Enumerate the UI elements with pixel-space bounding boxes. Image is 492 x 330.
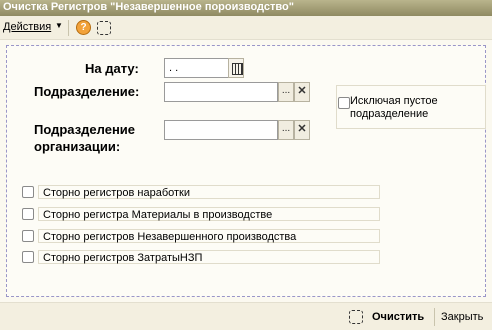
window-title: Очистка Регистров "Незавершенное пороизв… <box>0 0 492 16</box>
toolbar-divider <box>68 20 69 36</box>
clear-button[interactable]: Очистить <box>372 311 424 323</box>
footer-divider <box>434 308 435 326</box>
division-select-button[interactable]: ... <box>278 82 294 102</box>
exclude-empty-checkbox[interactable] <box>338 97 350 109</box>
option-checkbox-output-reversal[interactable] <box>22 186 34 198</box>
close-button[interactable]: Закрыть <box>441 311 483 323</box>
exclude-empty-label-line1: Исключая пустое <box>350 95 438 107</box>
menu-bar: Действия ▼ ? <box>0 16 492 40</box>
calendar-icon[interactable] <box>228 58 244 78</box>
date-label: На дату: <box>85 61 139 76</box>
help-icon[interactable]: ? <box>76 20 91 35</box>
option-checkbox-materials-reversal[interactable] <box>22 208 34 220</box>
org-division-input[interactable] <box>164 120 278 140</box>
chevron-down-icon[interactable]: ▼ <box>55 21 63 30</box>
option-checkbox-costs-reversal[interactable] <box>22 251 34 263</box>
division-input[interactable] <box>164 82 278 102</box>
footer-bar: Очистить Закрыть <box>0 302 492 330</box>
clear-icon[interactable] <box>349 310 363 324</box>
org-division-clear-icon[interactable]: ✕ <box>294 120 310 140</box>
option-label: Сторно регистров наработки <box>43 187 191 199</box>
org-division-label-line1: Подразделение <box>34 122 136 137</box>
actions-menu[interactable]: Действия <box>3 21 51 33</box>
option-label: Сторно регистров Незавершенного производ… <box>43 231 297 243</box>
division-clear-icon[interactable]: ✕ <box>294 82 310 102</box>
option-checkbox-wip-reversal[interactable] <box>22 230 34 242</box>
date-input[interactable]: . . <box>164 58 229 78</box>
org-division-select-button[interactable]: ... <box>278 120 294 140</box>
exclude-empty-label-line2: подразделение <box>350 108 429 120</box>
select-mode-icon[interactable] <box>97 21 111 35</box>
option-label: Сторно регистра Материалы в производстве <box>43 209 273 221</box>
option-label: Сторно регистров ЗатратыНЗП <box>43 252 203 264</box>
org-division-label-line2: организации: <box>34 139 121 154</box>
division-label: Подразделение: <box>34 84 140 99</box>
